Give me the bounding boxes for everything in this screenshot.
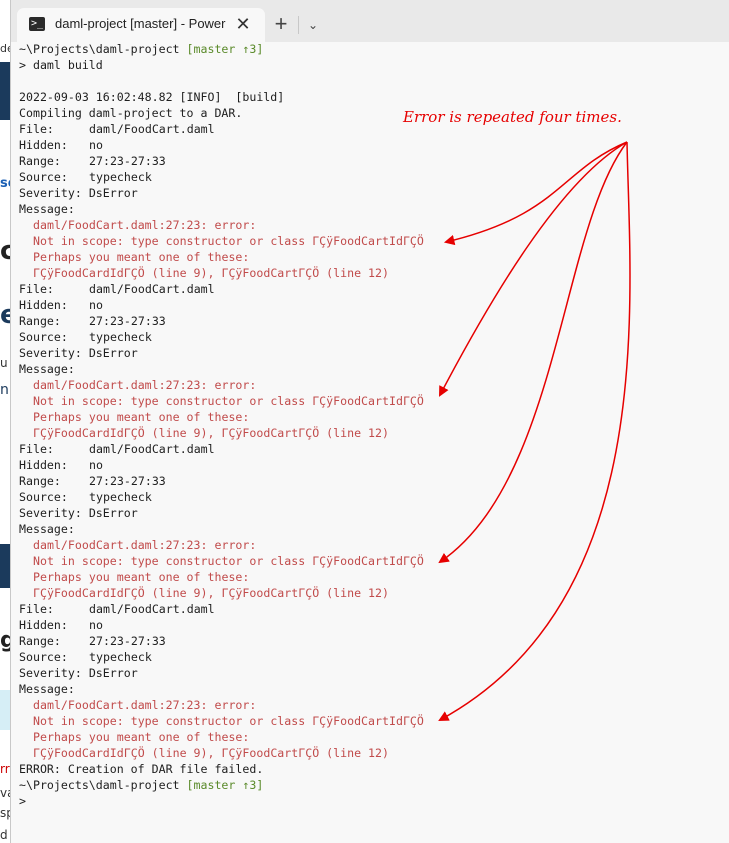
arrow-to-error-2 [439,141,628,397]
annotation-arrows [438,141,631,722]
arrow-to-error-3 [438,141,628,564]
arrow-to-error-4 [438,141,631,722]
